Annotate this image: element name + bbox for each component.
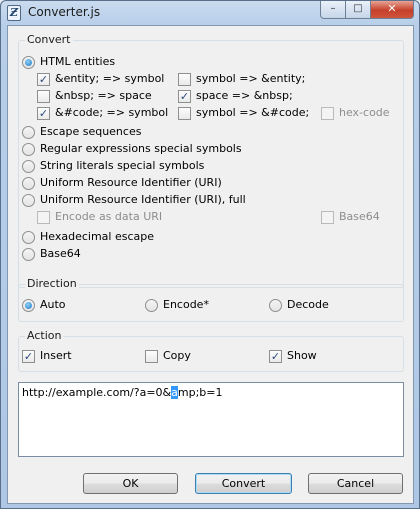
radio-label: Uniform Resource Identifier (URI) — [40, 176, 222, 189]
radio-regex-symbols[interactable]: Regular expressions special symbols — [22, 141, 242, 157]
maximize-button[interactable]: □ — [346, 1, 371, 19]
checkbox-label: space => &nbsp; — [196, 89, 293, 102]
check-nbsp-to-space[interactable]: &nbsp; => space — [37, 88, 152, 104]
check-code-to-symbol[interactable]: ✓ &#code; => symbol — [37, 105, 168, 121]
convert-group: Convert HTML entities ✓ &entity; => symb… — [18, 33, 404, 288]
radio-html-entities[interactable]: HTML entities — [22, 54, 115, 70]
check-action-copy[interactable]: Copy — [145, 348, 191, 364]
checkbox-label: symbol => &entity; — [196, 72, 306, 85]
checkbox-box[interactable] — [178, 72, 191, 86]
radio-dot[interactable] — [145, 298, 158, 312]
radio-uri[interactable]: Uniform Resource Identifier (URI) — [22, 175, 222, 191]
check-data-uri[interactable]: Encode as data URI — [37, 209, 162, 225]
radio-dot[interactable] — [22, 159, 35, 173]
radio-escape-sequences[interactable]: Escape sequences — [22, 124, 141, 140]
checkbox-label: Base64 — [339, 210, 380, 223]
radio-uri-full[interactable]: Uniform Resource Identifier (URI), full — [22, 192, 246, 208]
converter-window: Ƶ Converter.js – □ ✕ Convert HTML entiti… — [0, 0, 420, 509]
checkbox-box[interactable]: ✓ — [178, 89, 191, 103]
radio-label: Base64 — [40, 247, 81, 260]
checkbox-label: &entity; => symbol — [55, 72, 165, 85]
caption-buttons: – □ ✕ — [320, 1, 414, 20]
direction-group: Direction Auto Encode* Decode — [18, 277, 404, 322]
script-icon: Ƶ — [7, 5, 21, 21]
text-after-selection: mp;b=1 — [177, 386, 223, 399]
checkbox-label: Copy — [163, 349, 191, 362]
radio-base64[interactable]: Base64 — [22, 246, 81, 262]
close-button[interactable]: ✕ — [371, 1, 414, 19]
checkbox-box[interactable] — [321, 106, 334, 120]
checkbox-box[interactable] — [37, 210, 50, 224]
radio-dot[interactable] — [22, 55, 35, 69]
radio-label: Escape sequences — [40, 125, 142, 138]
check-entity-to-symbol[interactable]: ✓ &entity; => symbol — [37, 71, 164, 87]
window-title: Converter.js — [28, 5, 101, 19]
radio-label: String literals special symbols — [40, 159, 205, 172]
check-space-to-nbsp[interactable]: ✓ space => &nbsp; — [178, 88, 293, 104]
direction-legend: Direction — [25, 277, 79, 290]
radio-dot[interactable] — [22, 125, 35, 139]
checkbox-label: &nbsp; => space — [55, 89, 152, 102]
checkbox-box[interactable]: ✓ — [22, 349, 35, 363]
radio-direction-encode[interactable]: Encode* — [145, 297, 209, 313]
radio-label: Encode* — [163, 298, 209, 311]
title-bar[interactable]: Ƶ Converter.js – □ ✕ — [1, 1, 419, 25]
checkbox-label: symbol => &#code; — [196, 106, 310, 119]
minimize-button[interactable]: – — [320, 1, 346, 19]
checkbox-box[interactable] — [37, 89, 50, 103]
minimize-icon: – — [330, 3, 336, 14]
radio-dot[interactable] — [22, 230, 35, 244]
checkbox-box[interactable] — [178, 106, 191, 120]
check-symbol-to-code[interactable]: symbol => &#code; — [178, 105, 309, 121]
convert-button[interactable]: Convert — [195, 473, 292, 494]
radio-direction-decode[interactable]: Decode — [269, 297, 329, 313]
checkbox-label: Show — [287, 349, 317, 362]
checkbox-box[interactable]: ✓ — [37, 72, 50, 86]
checkbox-box[interactable] — [321, 210, 334, 224]
action-legend: Action — [25, 329, 64, 342]
checkbox-box[interactable] — [145, 349, 158, 363]
checkbox-label: Insert — [40, 349, 72, 362]
text-selection: a — [171, 386, 178, 399]
checkbox-label: &#code; => symbol — [55, 106, 169, 119]
radio-label: Auto — [40, 298, 66, 311]
close-icon: ✕ — [387, 2, 397, 15]
radio-label: Hexadecimal escape — [40, 230, 154, 243]
checkbox-label: Encode as data URI — [55, 210, 163, 223]
radio-string-literals[interactable]: String literals special symbols — [22, 158, 204, 174]
radio-label: Decode — [287, 298, 329, 311]
checkbox-label: hex-code — [339, 106, 390, 119]
radio-dot[interactable] — [22, 176, 35, 190]
radio-dot[interactable] — [269, 298, 282, 312]
radio-dot[interactable] — [22, 298, 35, 312]
dialog-client-area: Convert HTML entities ✓ &entity; => symb… — [7, 25, 414, 504]
radio-dot[interactable] — [22, 247, 35, 261]
check-action-show[interactable]: ✓ Show — [269, 348, 317, 364]
convert-legend: Convert — [25, 33, 73, 46]
action-group: Action ✓ Insert Copy ✓ Show — [18, 329, 404, 372]
radio-hex-escape[interactable]: Hexadecimal escape — [22, 229, 154, 245]
radio-dot[interactable] — [22, 193, 35, 207]
checkbox-box[interactable]: ✓ — [269, 349, 282, 363]
cancel-button[interactable]: Cancel — [308, 473, 403, 494]
radio-dot[interactable] — [22, 142, 35, 156]
checkbox-box[interactable]: ✓ — [37, 106, 50, 120]
check-hex-code[interactable]: hex-code — [321, 105, 390, 121]
text-before-selection: http://example.com/?a=0& — [22, 386, 172, 399]
maximize-icon: □ — [353, 3, 363, 14]
radio-label: Uniform Resource Identifier (URI), full — [40, 193, 246, 206]
radio-label: Regular expressions special symbols — [40, 142, 242, 155]
check-symbol-to-entity[interactable]: symbol => &entity; — [178, 71, 305, 87]
text-output-area[interactable]: http://example.com/?a=0&amp;b=1 — [18, 382, 404, 457]
ok-button[interactable]: OK — [83, 473, 178, 494]
radio-direction-auto[interactable]: Auto — [22, 297, 66, 313]
check-action-insert[interactable]: ✓ Insert — [22, 348, 72, 364]
radio-label: HTML entities — [40, 55, 116, 68]
check-base64-data-uri[interactable]: Base64 — [321, 209, 380, 225]
